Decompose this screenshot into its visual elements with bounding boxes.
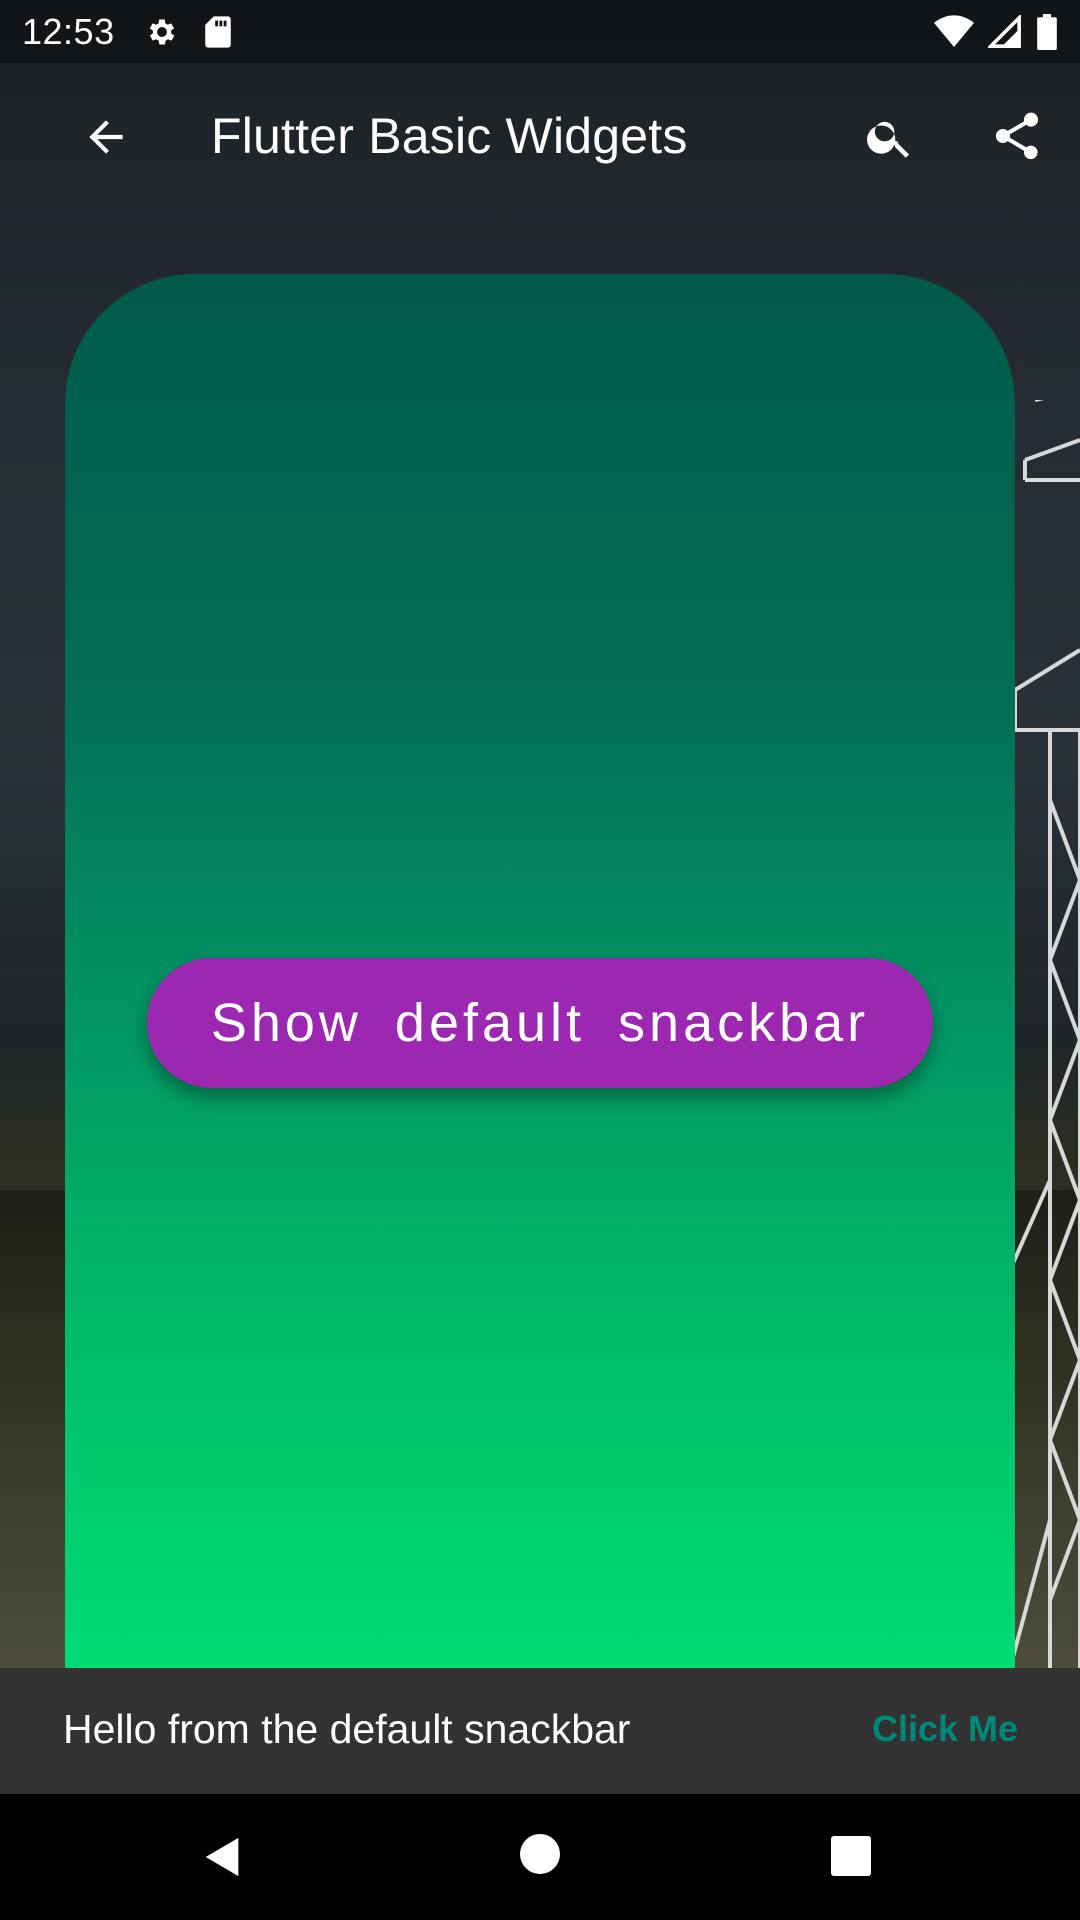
wifi-icon — [934, 14, 974, 47]
settings-icon — [149, 19, 174, 44]
show-snackbar-button[interactable]: Show default snackbar — [147, 958, 933, 1088]
battery-icon — [1037, 13, 1057, 50]
share-icon — [995, 112, 1038, 160]
snackbar-action-button[interactable]: Click Me — [872, 1708, 1018, 1750]
search-button[interactable] — [862, 109, 918, 165]
back-button[interactable] — [78, 109, 134, 165]
nav-home-icon[interactable] — [520, 1834, 560, 1874]
power-tower-graphic — [1008, 400, 1080, 1668]
signal-icon — [988, 14, 1021, 48]
sd-card-icon — [204, 15, 231, 48]
status-right-icons — [934, 13, 1058, 50]
app-title: Flutter Basic Widgets — [211, 108, 688, 164]
snackbar: Hello from the default snackbar Click Me — [0, 1668, 1080, 1794]
nav-recents-icon[interactable] — [831, 1836, 871, 1876]
status-left-icons — [145, 15, 233, 49]
search-icon — [867, 121, 910, 158]
nav-back-icon[interactable] — [200, 1834, 246, 1880]
share-button[interactable] — [988, 107, 1046, 165]
status-time: 12:53 — [22, 10, 115, 52]
navigation-bar — [0, 1794, 1080, 1920]
snackbar-message: Hello from the default snackbar — [63, 1706, 631, 1752]
status-bar: 12:53 — [0, 0, 1080, 63]
arrow-back-icon — [89, 120, 123, 154]
app-bar: Flutter Basic Widgets — [0, 63, 1080, 210]
